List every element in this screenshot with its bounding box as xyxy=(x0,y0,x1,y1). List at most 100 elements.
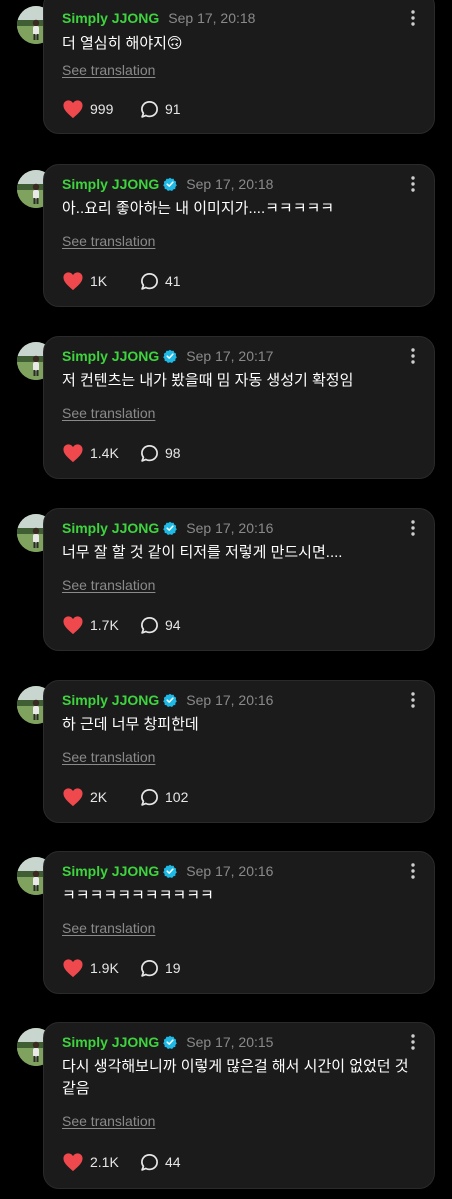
verified-badge-icon xyxy=(163,693,178,707)
timestamp: Sep 17, 20:17 xyxy=(186,348,274,364)
message-text: 아..요리 좋아하는 내 이미지가....ㅋㅋㅋㅋㅋ xyxy=(62,200,335,217)
comment-count: 19 xyxy=(165,960,181,976)
see-translation-link[interactable]: See translation xyxy=(62,405,155,421)
timestamp: Sep 17, 20:16 xyxy=(186,520,274,536)
message-text: 더 열심히 해야지🙃 xyxy=(62,35,183,52)
like-count: 1K xyxy=(90,273,108,289)
message-card[interactable]: Simply JJONG Sep 17, 20:15 다시 생각해보니까 이렇게… xyxy=(43,1022,435,1189)
verified-badge-icon xyxy=(163,864,178,878)
like-button[interactable]: 1K xyxy=(62,271,140,291)
heart-icon xyxy=(63,616,83,635)
post-header: Simply JJONG Sep 17, 20:16 xyxy=(62,519,273,537)
username[interactable]: Simply JJONG xyxy=(62,520,159,536)
timestamp: Sep 17, 20:16 xyxy=(186,692,274,708)
comment-count: 102 xyxy=(165,789,189,805)
comment-button[interactable]: 91 xyxy=(140,100,181,119)
verified-badge-icon xyxy=(163,177,178,191)
post-actions: 1.7K 94 xyxy=(62,614,181,636)
post-header: Simply JJONG Sep 17, 20:16 xyxy=(62,862,273,880)
more-vertical-icon[interactable] xyxy=(408,862,418,880)
post-header: Simply JJONG Sep 17, 20:16 xyxy=(62,691,273,709)
see-translation-link[interactable]: See translation xyxy=(62,62,155,78)
like-count: 1.7K xyxy=(90,617,119,633)
more-vertical-icon[interactable] xyxy=(408,347,418,365)
like-count: 1.4K xyxy=(90,445,119,461)
see-translation-link[interactable]: See translation xyxy=(62,920,155,936)
more-vertical-icon[interactable] xyxy=(408,1033,418,1051)
post-header: Simply JJONG Sep 17, 20:18 xyxy=(62,9,255,27)
comment-count: 91 xyxy=(165,101,181,117)
verified-badge-icon xyxy=(163,521,178,535)
message-card[interactable]: Simply JJONG Sep 17, 20:18 아..요리 좋아하는 내 … xyxy=(43,164,435,307)
post-actions: 2.1K 44 xyxy=(62,1151,181,1173)
comment-count: 41 xyxy=(165,273,181,289)
post-actions: 2K 102 xyxy=(62,786,188,808)
username[interactable]: Simply JJONG xyxy=(62,348,159,364)
timestamp: Sep 17, 20:18 xyxy=(168,10,256,26)
more-vertical-icon[interactable] xyxy=(408,519,418,537)
message-card[interactable]: Simply JJONG Sep 17, 20:16 너무 잘 할 것 같이 티… xyxy=(43,508,435,651)
timestamp: Sep 17, 20:15 xyxy=(186,1034,274,1050)
comment-button[interactable]: 102 xyxy=(140,788,188,807)
post-header: Simply JJONG Sep 17, 20:18 xyxy=(62,175,273,193)
username[interactable]: Simply JJONG xyxy=(62,692,159,708)
message-card[interactable]: Simply JJONG Sep 17, 20:17 저 컨텐츠는 내가 봤을때… xyxy=(43,336,435,479)
message-card[interactable]: Simply JJONG Sep 17, 20:18 더 열심히 해야지🙃 Se… xyxy=(43,0,435,134)
like-button[interactable]: 1.9K xyxy=(62,958,140,978)
timestamp: Sep 17, 20:16 xyxy=(186,863,274,879)
comment-button[interactable]: 94 xyxy=(140,616,181,635)
heart-icon xyxy=(63,444,83,463)
heart-icon xyxy=(63,1153,83,1172)
username[interactable]: Simply JJONG xyxy=(62,1034,159,1050)
username[interactable]: Simply JJONG xyxy=(62,176,159,192)
post-actions: 999 91 xyxy=(62,98,181,120)
like-count: 2.1K xyxy=(90,1154,119,1170)
more-vertical-icon[interactable] xyxy=(408,691,418,709)
comment-bubble-icon xyxy=(141,788,158,806)
like-button[interactable]: 1.4K xyxy=(62,443,140,463)
more-vertical-icon[interactable] xyxy=(408,9,418,27)
see-translation-link[interactable]: See translation xyxy=(62,749,155,765)
message-text: 다시 생각해보니까 이렇게 많은걸 해서 시간이 없었던 것 같음 xyxy=(62,1058,409,1097)
post-header: Simply JJONG Sep 17, 20:17 xyxy=(62,347,273,365)
comment-count: 94 xyxy=(165,617,181,633)
heart-icon xyxy=(63,272,83,291)
comment-bubble-icon xyxy=(141,1153,158,1171)
see-translation-link[interactable]: See translation xyxy=(62,577,155,593)
like-count: 2K xyxy=(90,789,108,805)
see-translation-link[interactable]: See translation xyxy=(62,1113,155,1129)
like-button[interactable]: 2K xyxy=(62,787,140,807)
message-text: 너무 잘 할 것 같이 티저를 저렇게 만드시면.... xyxy=(62,544,343,561)
post-actions: 1.9K 19 xyxy=(62,957,181,979)
see-translation-link[interactable]: See translation xyxy=(62,233,155,249)
heart-icon xyxy=(63,959,83,978)
comment-button[interactable]: 44 xyxy=(140,1153,181,1172)
verified-badge-icon xyxy=(163,349,178,363)
message-text: 저 컨텐츠는 내가 봤을때 밈 자동 생성기 확정임 xyxy=(62,372,354,389)
like-count: 999 xyxy=(90,101,114,117)
comment-button[interactable]: 41 xyxy=(140,272,181,291)
comment-count: 98 xyxy=(165,445,181,461)
message-card[interactable]: Simply JJONG Sep 17, 20:16 ㅋㅋㅋㅋㅋㅋㅋㅋㅋㅋㅋ S… xyxy=(43,851,435,994)
heart-icon xyxy=(63,100,83,119)
comment-count: 44 xyxy=(165,1154,181,1170)
like-button[interactable]: 2.1K xyxy=(62,1152,140,1172)
message-text: 하 근데 너무 창피한데 xyxy=(62,716,199,733)
message-card[interactable]: Simply JJONG Sep 17, 20:16 하 근데 너무 창피한데 … xyxy=(43,680,435,823)
comment-button[interactable]: 98 xyxy=(140,444,181,463)
comment-bubble-icon xyxy=(141,272,158,290)
like-button[interactable]: 1.7K xyxy=(62,615,140,635)
message-feed: Simply JJONG Sep 17, 20:18 더 열심히 해야지🙃 Se… xyxy=(0,0,452,1199)
heart-icon xyxy=(63,788,83,807)
verified-badge-icon xyxy=(163,1035,178,1049)
username[interactable]: Simply JJONG xyxy=(62,10,159,26)
like-count: 1.9K xyxy=(90,960,119,976)
username[interactable]: Simply JJONG xyxy=(62,863,159,879)
comment-button[interactable]: 19 xyxy=(140,959,181,978)
comment-bubble-icon xyxy=(141,616,158,634)
more-vertical-icon[interactable] xyxy=(408,175,418,193)
post-actions: 1K 41 xyxy=(62,270,181,292)
post-header: Simply JJONG Sep 17, 20:15 xyxy=(62,1033,273,1051)
like-button[interactable]: 999 xyxy=(62,99,140,119)
post-actions: 1.4K 98 xyxy=(62,442,181,464)
